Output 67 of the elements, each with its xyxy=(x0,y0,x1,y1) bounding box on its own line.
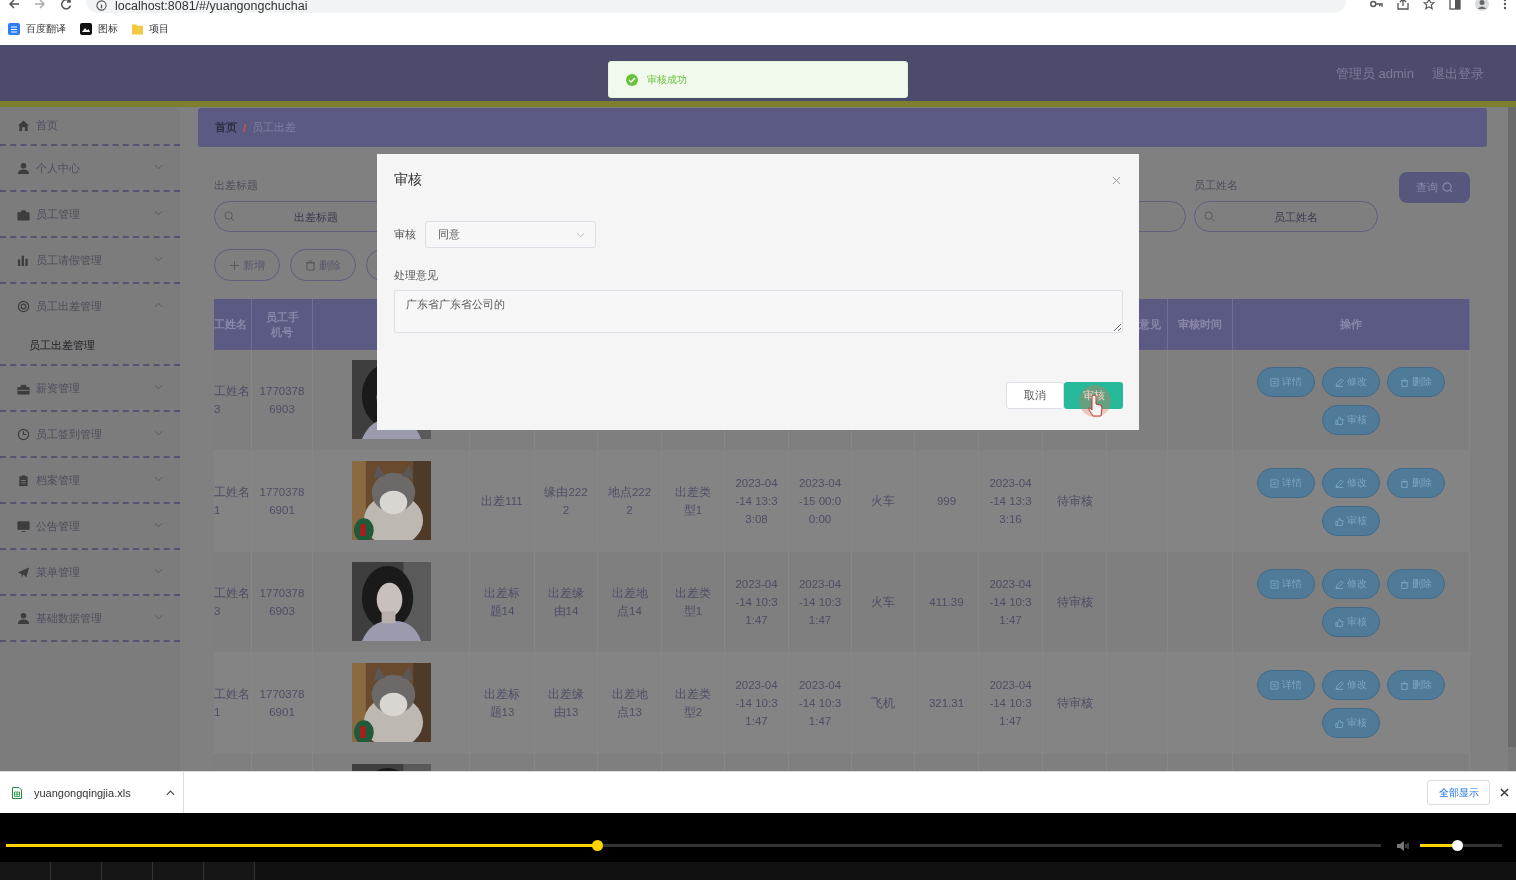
search-icon xyxy=(1204,211,1215,222)
home-icon xyxy=(17,119,30,132)
reload-icon[interactable] xyxy=(60,0,72,10)
key-icon[interactable] xyxy=(1370,0,1383,8)
breadcrumb-separator: / xyxy=(243,121,247,134)
trash-icon xyxy=(1400,377,1409,387)
briefcase-icon xyxy=(17,207,30,221)
monitor-icon xyxy=(17,519,30,533)
sidebar-subitem[interactable]: 员工出差管理 xyxy=(0,326,180,364)
close-icon[interactable] xyxy=(1500,788,1509,797)
star-icon[interactable] xyxy=(1423,0,1435,10)
bookmark[interactable]: 百度翻译 xyxy=(8,22,66,36)
menu-icon[interactable] xyxy=(1503,0,1507,10)
plus-icon xyxy=(229,260,239,270)
document-icon xyxy=(1270,377,1279,387)
trash-icon xyxy=(1400,579,1409,589)
image-icon xyxy=(80,23,92,35)
pen-icon xyxy=(1335,579,1344,589)
toast-message: 审核成功 xyxy=(647,72,687,87)
document-icon xyxy=(1270,579,1279,589)
breadcrumb-home[interactable]: 首页 xyxy=(215,120,237,135)
person-icon xyxy=(17,161,30,175)
info-icon xyxy=(96,0,107,11)
bookmark[interactable]: 项目 xyxy=(132,22,169,36)
thumbs-up-icon xyxy=(1335,415,1344,425)
document-icon xyxy=(1270,680,1279,690)
document-icon xyxy=(1270,478,1279,488)
translate-icon xyxy=(8,23,20,35)
scrollbar[interactable] xyxy=(1508,107,1516,771)
trash-icon xyxy=(1400,478,1409,488)
show-all-button[interactable]: 全部显示 xyxy=(1427,780,1490,805)
share-icon[interactable] xyxy=(1397,0,1409,10)
search-icon xyxy=(224,211,235,222)
bookmark[interactable]: 图标 xyxy=(80,22,118,36)
lifebuoy-icon xyxy=(17,299,30,313)
trash-icon xyxy=(1400,680,1409,690)
profile-icon[interactable] xyxy=(1475,0,1489,11)
cancel-button[interactable]: 取消 xyxy=(1006,382,1064,409)
thumbs-up-icon xyxy=(1335,516,1344,526)
paper-plane-icon xyxy=(17,565,30,579)
opinion-textarea[interactable]: 广东省广东省公司的 xyxy=(394,290,1123,333)
chevron-down-icon xyxy=(576,231,585,238)
thumbs-up-icon xyxy=(1335,617,1344,627)
sidebar-icon[interactable] xyxy=(1449,0,1461,10)
pen-icon xyxy=(1335,478,1344,488)
caret-up-icon[interactable] xyxy=(166,789,175,796)
spreadsheet-file-icon xyxy=(12,786,22,799)
search-field[interactable]: 员工姓名 xyxy=(1194,201,1378,232)
speaker-icon[interactable] xyxy=(1396,839,1410,852)
clock-icon xyxy=(17,427,30,441)
address-bar[interactable]: localhost:8081/#/yuangongchuchai xyxy=(86,0,1346,13)
search-icon xyxy=(1442,182,1453,193)
pen-icon xyxy=(1335,377,1344,387)
address-text: localhost:8081/#/yuangongchuchai xyxy=(115,0,308,13)
trash-icon xyxy=(305,259,315,271)
bar-chart-icon xyxy=(17,253,30,267)
download-filename: yuangongqingjia.xls xyxy=(34,786,132,799)
thumbs-up-icon xyxy=(1335,718,1344,728)
check-circle-icon xyxy=(626,73,638,86)
clipboard-icon xyxy=(17,473,30,487)
person-icon xyxy=(17,611,30,625)
review-select[interactable]: 同意 xyxy=(425,221,596,248)
pen-icon xyxy=(1335,680,1344,690)
dialog-title: 审核 xyxy=(394,171,422,189)
folder-icon xyxy=(132,23,143,35)
field-label: 处理意见 xyxy=(394,268,439,283)
back-icon[interactable] xyxy=(8,0,20,10)
